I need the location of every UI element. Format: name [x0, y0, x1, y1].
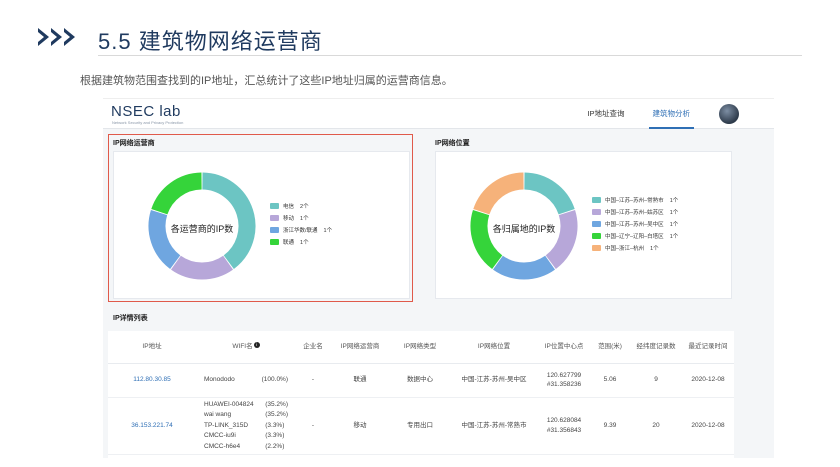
last-time-cell: 2020-12-08	[682, 363, 734, 398]
location-legend-item[interactable]: 中国–江苏–苏州–吴中区 1个	[592, 218, 678, 230]
location-legend-item[interactable]: 中国–江苏–苏州–姑苏区 1个	[592, 206, 678, 218]
col-range[interactable]: 范围(米)	[590, 331, 630, 364]
app-logo-subtitle: Network Security and Privacy Protection	[112, 120, 184, 125]
company-cell: -	[296, 397, 330, 455]
slide-title: 5.5 建筑物网络运营商	[98, 29, 323, 54]
app-logo[interactable]: NSEC lab	[111, 103, 181, 120]
col-net-type[interactable]: IP网络类型	[390, 331, 450, 364]
wifi-cell: Monododo (100.0%)	[196, 363, 296, 398]
operator-cell: 联通	[330, 363, 390, 398]
col-company[interactable]: 企业名	[296, 331, 330, 364]
net-type-cell: 专用出口	[390, 397, 450, 455]
location-legend-count: 1个	[669, 222, 679, 228]
chevron-arrows-icon	[38, 28, 77, 46]
location-legend-label: 中国–辽宁–辽阳–白塔区	[605, 234, 664, 240]
location-legend-count: 1个	[669, 210, 679, 216]
slide: 5.5 建筑物网络运营商 根据建筑物范围查找到的IP地址，汇总统计了这些IP地址…	[0, 0, 840, 467]
location-slice-0[interactable]	[523, 172, 575, 215]
location-legend-label: 中国–江苏–苏州–姑苏区	[605, 210, 664, 216]
location-slice-1[interactable]	[545, 209, 578, 269]
location-cell: 中国-江苏-苏州-常熟市	[450, 397, 538, 455]
location-legend-swatch	[592, 221, 601, 227]
app-screenshot: NSEC lab Network Security and Privacy Pr…	[103, 98, 774, 458]
nav-ip-query[interactable]: IP地址查询	[573, 99, 638, 129]
app-topbar: NSEC lab Network Security and Privacy Pr…	[103, 99, 774, 129]
records-cell: 20	[630, 397, 682, 455]
ip-detail-table: IP地址 WIFI名 i 企业名 IP网络运营商 IP网络类型 IP网络位置 IP…	[108, 331, 734, 455]
user-avatar[interactable]	[719, 104, 739, 124]
table-row: 36.153.221.74 HUAWEI-004824 wai wang TP-…	[108, 397, 734, 455]
title-divider	[98, 55, 802, 56]
location-chart-card: 各归属地的IP数 中国–江苏–苏州–常熟市 1个 中国–江苏–苏州–姑苏区 1个 中国–…	[435, 151, 732, 299]
records-cell: 9	[630, 363, 682, 398]
ip-link[interactable]: 36.153.221.74	[108, 397, 196, 455]
location-slice-4[interactable]	[473, 172, 525, 215]
location-legend-item[interactable]: 中国–江苏–苏州–常熟市 1个	[592, 194, 678, 206]
slide-description: 根据建筑物范围查找到的IP地址，汇总统计了这些IP地址归属的运营商信息。	[80, 75, 453, 87]
location-legend-count: 1个	[650, 246, 659, 252]
col-operator[interactable]: IP网络运营商	[330, 331, 390, 364]
location-legend-swatch	[592, 245, 601, 251]
range-cell: 9.39	[590, 397, 630, 455]
info-icon[interactable]: i	[253, 342, 260, 349]
operator-cell: 移动	[330, 397, 390, 455]
location-legend-swatch	[592, 233, 601, 239]
location-legend-swatch	[592, 209, 601, 215]
col-location[interactable]: IP网络位置	[450, 331, 538, 364]
location-legend-label: 中国–江苏–苏州–吴中区	[605, 222, 664, 228]
location-slice-3[interactable]	[470, 209, 503, 269]
nav-building-analysis[interactable]: 建筑物分析	[639, 99, 705, 129]
location-cell: 中国-江苏-苏州-吴中区	[450, 363, 538, 398]
col-last-time[interactable]: 最近记录时间	[682, 331, 734, 364]
location-panel-label: IP网络位置	[435, 140, 470, 147]
col-wifi-label: WIFI名	[232, 343, 253, 351]
table-header-row: IP地址 WIFI名 i 企业名 IP网络运营商 IP网络类型 IP网络位置 IP…	[108, 331, 734, 364]
location-legend-item[interactable]: 中国–辽宁–辽阳–白塔区 1个	[592, 230, 678, 242]
wifi-names: Monododo	[204, 375, 235, 383]
center-cell: 120.628084 #31.356843	[538, 397, 590, 455]
center-cell: 120.627799 #31.358236	[538, 363, 590, 398]
company-cell: -	[296, 363, 330, 398]
col-center[interactable]: IP位置中心点	[538, 331, 590, 364]
location-legend-count: 1个	[669, 198, 679, 204]
table-row: 112.80.30.85 Monododo (100.0%) - 联通 数据中心…	[108, 363, 734, 398]
col-ip[interactable]: IP地址	[108, 331, 196, 364]
location-donut-center-text: 各归属地的IP数	[492, 224, 556, 234]
app-nav: IP地址查询 建筑物分析	[573, 99, 704, 129]
location-slice-2[interactable]	[492, 255, 556, 280]
col-wifi[interactable]: WIFI名 i	[196, 331, 296, 364]
location-legend-label: 中国–江苏–苏州–常熟市	[605, 198, 664, 204]
wifi-pcts: (35.2%) (35.2%) (3.3%) (3.3%) (2.2%)	[265, 400, 288, 450]
net-type-cell: 数据中心	[390, 363, 450, 398]
location-legend: 中国–江苏–苏州–常熟市 1个 中国–江苏–苏州–姑苏区 1个 中国–江苏–苏州–吴中区…	[592, 194, 678, 254]
wifi-pcts: (100.0%)	[261, 375, 288, 383]
wifi-names: HUAWEI-004824 wai wang TP-LINK_315D CMCC…	[204, 400, 254, 450]
location-legend-label: 中国–浙江–杭州	[605, 246, 645, 252]
highlight-box	[108, 134, 413, 302]
location-legend-item[interactable]: 中国–浙江–杭州 1个	[592, 242, 678, 254]
wifi-cell: HUAWEI-004824 wai wang TP-LINK_315D CMCC…	[196, 397, 296, 455]
location-legend-count: 1个	[669, 234, 679, 240]
last-time-cell: 2020-12-08	[682, 397, 734, 455]
ip-detail-table-card: IP地址 WIFI名 i 企业名 IP网络运营商 IP网络类型 IP网络位置 IP…	[108, 331, 734, 458]
col-records[interactable]: 经纬度记录数	[630, 331, 682, 364]
range-cell: 5.06	[590, 363, 630, 398]
location-legend-swatch	[592, 197, 601, 203]
table-label: IP详情列表	[113, 315, 148, 322]
ip-link[interactable]: 112.80.30.85	[108, 363, 196, 398]
